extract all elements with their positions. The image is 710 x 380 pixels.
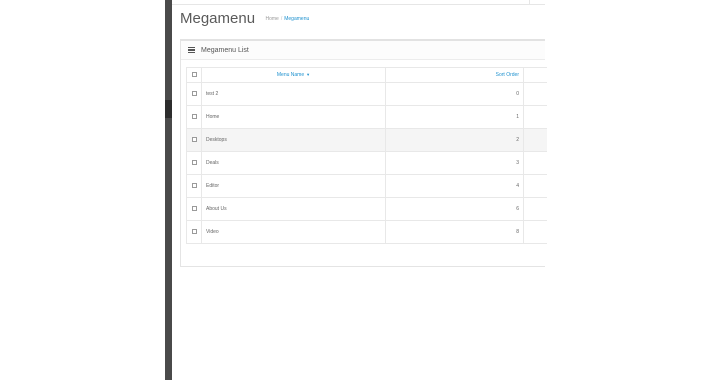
menu-name-cell: Home bbox=[201, 105, 386, 129]
megamenu-table: Menu Name ▼ Sort Order test 2 0 Home 1 D… bbox=[186, 67, 547, 244]
action-cell bbox=[523, 105, 547, 129]
sort-order-cell: 4 bbox=[385, 174, 524, 198]
row-checkbox[interactable] bbox=[191, 136, 197, 142]
row-check-cell bbox=[186, 197, 202, 221]
row-checkbox[interactable] bbox=[191, 205, 197, 211]
panel-heading: Megamenu List bbox=[181, 41, 545, 60]
row-check-cell bbox=[186, 105, 202, 129]
table-row: Video 8 bbox=[186, 220, 547, 244]
chevron-down-icon: ▼ bbox=[306, 72, 311, 77]
megamenu-list-panel: Megamenu List Menu Name ▼ Sort Order test… bbox=[180, 39, 547, 267]
breadcrumb-home-link[interactable]: Home bbox=[266, 16, 279, 22]
top-header-tick bbox=[529, 0, 530, 5]
menu-name-cell: Desktops bbox=[201, 128, 386, 152]
menu-name-sort-link[interactable]: Menu Name bbox=[277, 72, 304, 78]
breadcrumb-separator: / bbox=[280, 15, 283, 22]
action-cell bbox=[523, 82, 547, 106]
row-check-cell bbox=[186, 151, 202, 175]
page-title: Megamenu bbox=[180, 10, 256, 28]
action-cell bbox=[523, 220, 547, 244]
left-sidebar-active-marker bbox=[165, 100, 172, 118]
menu-name-cell: About Us bbox=[201, 197, 386, 221]
row-check-cell bbox=[186, 220, 202, 244]
row-check-cell bbox=[186, 82, 202, 106]
table-row: About Us 6 bbox=[186, 197, 547, 221]
table-row: Deals 3 bbox=[186, 151, 547, 175]
sort-order-cell: 0 bbox=[385, 82, 524, 106]
table-row: Editor 4 bbox=[186, 174, 547, 198]
sort-order-cell: 2 bbox=[385, 128, 524, 152]
row-check-cell bbox=[186, 128, 202, 152]
table-row: Home 1 bbox=[186, 105, 547, 129]
action-cell bbox=[523, 128, 547, 152]
menu-name-cell: Deals bbox=[201, 151, 386, 175]
menu-name-header[interactable]: Menu Name ▼ bbox=[201, 67, 386, 83]
menu-name-cell: Editor bbox=[201, 174, 386, 198]
row-checkbox[interactable] bbox=[191, 182, 197, 188]
row-checkbox[interactable] bbox=[191, 90, 197, 96]
action-cell bbox=[523, 174, 547, 198]
action-cell bbox=[523, 151, 547, 175]
row-checkbox[interactable] bbox=[191, 159, 197, 165]
table-row: test 2 0 bbox=[186, 82, 547, 106]
menu-name-cell: test 2 bbox=[201, 82, 386, 106]
breadcrumb: Home / Megamenu bbox=[266, 16, 310, 22]
select-all-cell bbox=[186, 67, 202, 83]
sort-order-cell: 8 bbox=[385, 220, 524, 244]
action-header bbox=[523, 67, 547, 83]
panel-title: Megamenu List bbox=[201, 46, 249, 54]
table-row: Desktops 2 bbox=[186, 128, 547, 152]
action-cell bbox=[523, 197, 547, 221]
top-header-divider bbox=[172, 4, 545, 5]
select-all-checkbox[interactable] bbox=[191, 71, 197, 77]
list-icon bbox=[188, 47, 195, 53]
sort-order-cell: 1 bbox=[385, 105, 524, 129]
sort-order-cell: 6 bbox=[385, 197, 524, 221]
sort-order-header[interactable]: Sort Order bbox=[385, 67, 524, 83]
table-header-row: Menu Name ▼ Sort Order bbox=[186, 67, 547, 83]
menu-name-cell: Video bbox=[201, 220, 386, 244]
sort-order-cell: 3 bbox=[385, 151, 524, 175]
row-check-cell bbox=[186, 174, 202, 198]
breadcrumb-megamenu-link[interactable]: Megamenu bbox=[284, 16, 309, 22]
row-checkbox[interactable] bbox=[191, 113, 197, 119]
admin-page: Megamenu Home / Megamenu Megamenu List Men… bbox=[0, 0, 710, 380]
row-checkbox[interactable] bbox=[191, 228, 197, 234]
left-sidebar-edge bbox=[165, 0, 172, 380]
page-header: Megamenu Home / Megamenu bbox=[180, 10, 309, 32]
